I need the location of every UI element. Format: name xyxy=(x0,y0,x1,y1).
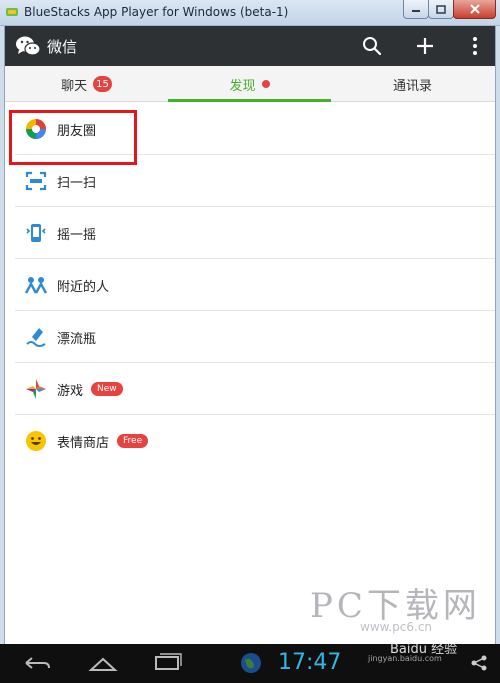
back-icon[interactable] xyxy=(22,653,52,673)
maximize-icon xyxy=(436,4,446,14)
close-button[interactable] xyxy=(453,0,496,19)
android-navbar: 17:47 xyxy=(0,644,500,683)
new-badge: New xyxy=(91,382,123,396)
window-titlebar: BlueStacks App Player for Windows (beta-… xyxy=(0,0,500,26)
recent-apps-icon[interactable] xyxy=(152,653,182,673)
plus-icon[interactable] xyxy=(413,34,437,58)
list-item-shake[interactable]: 摇一摇 xyxy=(5,207,495,259)
bluestacks-icon xyxy=(6,8,18,16)
highlight-annotation xyxy=(9,110,137,165)
list-item-sticker-store[interactable]: 表情商店 Free xyxy=(5,415,495,467)
more-icon[interactable] xyxy=(463,34,487,58)
search-icon[interactable] xyxy=(360,34,384,58)
list-item-games[interactable]: 游戏 New xyxy=(5,363,495,415)
tab-chats-label: 聊天 xyxy=(61,78,88,94)
window-title: BlueStacks App Player for Windows (beta-… xyxy=(24,5,289,19)
list-item-label: 摇一摇 xyxy=(57,227,97,243)
notification-dot xyxy=(261,80,270,88)
tab-contacts-label: 通讯录 xyxy=(392,78,432,94)
unread-badge: 15 xyxy=(93,76,112,92)
maximize-button[interactable] xyxy=(428,0,454,19)
tab-contacts[interactable]: 通讯录 xyxy=(331,66,494,102)
tab-discover-label: 发现 xyxy=(229,78,256,94)
sticker-store-icon xyxy=(26,431,46,451)
scan-icon xyxy=(25,171,47,191)
clock: 17:47 xyxy=(278,650,342,675)
minimize-button[interactable] xyxy=(403,0,429,19)
tab-discover[interactable]: 发现 xyxy=(168,66,331,102)
tab-chats[interactable]: 聊天 15 xyxy=(5,66,168,102)
list-item-people-nearby[interactable]: 附近的人 xyxy=(5,259,495,311)
list-item-drift-bottle[interactable]: 漂流瓶 xyxy=(5,311,495,363)
app-title: 微信 xyxy=(47,38,78,56)
shake-icon xyxy=(26,224,46,242)
games-icon xyxy=(26,379,46,399)
close-icon xyxy=(469,4,480,14)
list-item-label: 漂流瓶 xyxy=(57,331,97,347)
list-item-label: 游戏 xyxy=(57,383,84,399)
list-item-label: 表情商店 xyxy=(57,435,110,451)
minimize-icon xyxy=(412,10,420,12)
wechat-logo-icon xyxy=(16,36,41,56)
free-badge: Free xyxy=(117,434,149,448)
active-tab-indicator xyxy=(168,99,331,102)
share-icon[interactable] xyxy=(470,654,488,672)
list-item-label: 附近的人 xyxy=(57,279,110,295)
home-icon[interactable] xyxy=(88,653,118,673)
globe-icon[interactable] xyxy=(240,652,262,674)
list-item-label: 扫一扫 xyxy=(57,175,97,191)
people-nearby-icon xyxy=(25,277,47,294)
tab-bar: 聊天 15 发现 通讯录 xyxy=(5,66,495,102)
drift-bottle-icon xyxy=(26,328,46,347)
app-header: 微信 xyxy=(5,26,495,66)
